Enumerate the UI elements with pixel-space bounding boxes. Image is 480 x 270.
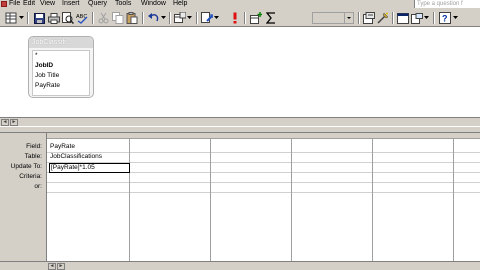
menu-query[interactable]: Query	[88, 0, 107, 8]
run-icon[interactable]	[228, 11, 241, 25]
field-list-jobclassifications[interactable]: JobClassifi... * JobID Job Title PayRate	[28, 36, 94, 98]
query-type-dropdown-arrow-icon[interactable]	[213, 11, 219, 25]
new-object-dropdown-arrow-icon[interactable]	[423, 11, 429, 25]
menu-window[interactable]: Window	[141, 0, 166, 8]
top-values-dropdown-arrow-icon[interactable]	[344, 13, 353, 23]
table-pane: JobClassifi... * JobID Job Title PayRate	[0, 27, 480, 117]
query-design-toolbar: ABC ?	[0, 9, 480, 27]
build-icon[interactable]	[376, 11, 389, 25]
query-type-dropdown-arrow-icon[interactable]	[186, 11, 192, 25]
field-list-item-key[interactable]: JobID	[33, 61, 89, 71]
access-window: File Edit View Insert Query Tools Window…	[0, 0, 480, 270]
grid-column-3[interactable]	[211, 139, 292, 261]
copy-icon[interactable]	[111, 11, 124, 25]
menu-tools[interactable]: Tools	[115, 0, 131, 8]
svg-text:?: ?	[442, 14, 448, 24]
menu-edit[interactable]: Edit	[23, 0, 35, 8]
undo-dropdown-arrow-icon[interactable]	[160, 11, 166, 25]
scroll-left-button[interactable]: ◄	[1, 119, 9, 126]
scroll-right-button[interactable]: ►	[57, 263, 65, 270]
spelling-icon[interactable]: ABC	[75, 11, 88, 25]
print-icon[interactable]	[47, 11, 60, 25]
grid-column-2[interactable]	[130, 139, 211, 261]
help-icon[interactable]: ?	[438, 11, 451, 25]
grid-scrollbar[interactable]: ◄ ►	[0, 261, 480, 270]
show-table-add-icon[interactable]	[249, 11, 262, 25]
table-pane-scrollbar[interactable]: ◄ ►	[0, 117, 480, 126]
undo-icon[interactable]	[147, 11, 160, 25]
design-grid: Field: Table: Update To: Criteria: or: P…	[0, 133, 480, 261]
grid-column-5[interactable]	[373, 139, 454, 261]
field-cell[interactable]: PayRate	[50, 142, 128, 152]
toolbar-separator	[196, 12, 198, 24]
view-icon[interactable]	[4, 11, 18, 25]
grid-column-4[interactable]	[292, 139, 373, 261]
toolbar-separator	[92, 12, 94, 24]
field-list-item[interactable]: PayRate	[33, 81, 89, 91]
new-object-icon[interactable]	[410, 11, 423, 25]
cut-icon[interactable]	[97, 11, 110, 25]
pane-splitter[interactable]	[0, 126, 480, 133]
toolbar-separator	[244, 12, 246, 24]
row-label-criteria: Criteria:	[19, 173, 42, 180]
totals-icon[interactable]	[264, 11, 277, 25]
row-label-field: Field:	[26, 143, 42, 150]
scroll-left-button[interactable]: ◄	[48, 263, 56, 270]
toolbar-separator	[142, 12, 144, 24]
menu-insert[interactable]: Insert	[62, 0, 80, 8]
scroll-right-button[interactable]: ►	[10, 119, 18, 126]
field-list-item[interactable]: *	[33, 51, 89, 61]
field-list-box: * JobID Job Title PayRate	[32, 50, 90, 96]
menu-help[interactable]: Help	[173, 0, 187, 8]
table-cell[interactable]: JobClassifications	[50, 152, 128, 162]
row-label-update-to: Update To:	[10, 163, 42, 170]
menu-view[interactable]: View	[40, 0, 55, 8]
menu-file[interactable]: File	[9, 0, 20, 8]
toolbar-separator	[433, 12, 435, 24]
query-type-update-icon[interactable]	[200, 11, 213, 25]
toolbar-separator	[392, 12, 394, 24]
top-values-combo[interactable]	[312, 12, 354, 24]
toolbar-separator	[27, 12, 29, 24]
database-window-icon[interactable]	[396, 11, 409, 25]
update-to-cell[interactable]: [PayRate]*1.05	[49, 163, 130, 173]
row-label-or: or:	[34, 183, 42, 190]
row-label-table: Table:	[24, 153, 42, 160]
save-icon[interactable]	[33, 11, 46, 25]
field-list-title[interactable]: JobClassifi...	[29, 37, 93, 48]
toolbar-separator	[169, 12, 171, 24]
properties-icon[interactable]	[362, 11, 375, 25]
toolbar-separator	[358, 12, 360, 24]
toolbar-options-arrow-icon[interactable]	[452, 11, 458, 25]
ask-question-input[interactable]: Type a question f	[414, 0, 480, 8]
field-list-item[interactable]: Job Title	[33, 71, 89, 81]
menu-bar: File Edit View Insert Query Tools Window…	[0, 0, 480, 9]
print-preview-icon[interactable]	[61, 11, 74, 25]
show-table-icon[interactable]	[173, 11, 186, 25]
paste-icon[interactable]	[125, 11, 138, 25]
row-labels: Field: Table: Update To: Criteria: or:	[0, 133, 47, 261]
view-dropdown-arrow-icon[interactable]	[18, 11, 24, 25]
